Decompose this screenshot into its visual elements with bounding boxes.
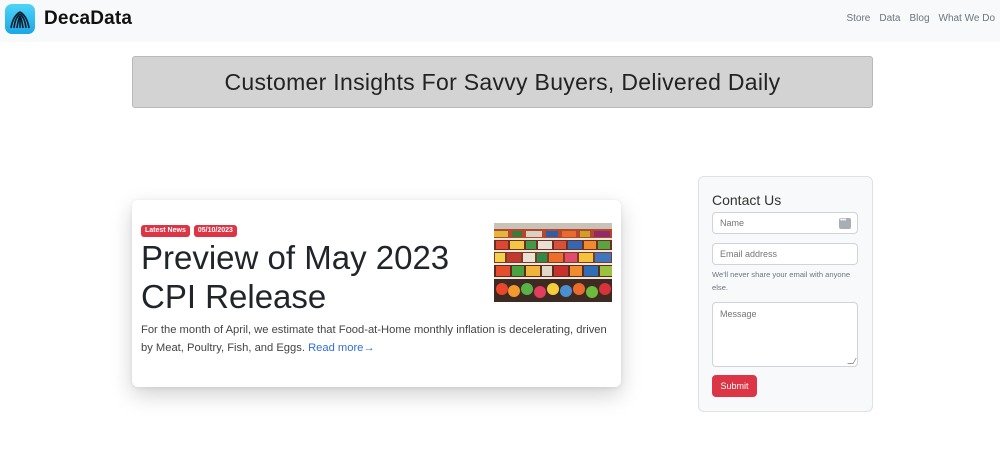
decadata-logo-icon: [5, 4, 35, 34]
contact-form: Contact Us We'll never share your email …: [698, 176, 873, 412]
hero-banner: Customer Insights For Savvy Buyers, Deli…: [132, 56, 873, 108]
latest-news-badge: Latest News: [141, 225, 190, 237]
read-more-link[interactable]: Read more→: [308, 342, 375, 354]
message-input[interactable]: [713, 303, 857, 366]
nav-link-store[interactable]: Store: [846, 13, 870, 24]
brand-link[interactable]: DecaData: [5, 4, 132, 34]
email-help-text: We'll never share your email with anyone…: [712, 270, 851, 292]
nav-links: Store Data Blog What We Do: [846, 13, 995, 24]
nav-link-blog[interactable]: Blog: [909, 13, 929, 24]
article-summary: For the month of April, we estimate that…: [141, 321, 616, 357]
banner-text: Customer Insights For Savvy Buyers, Deli…: [224, 68, 781, 95]
date-badge: 05/10/2023: [193, 225, 237, 237]
grocery-aisle-image[interactable]: [494, 223, 612, 302]
navbar: DecaData Store Data Blog What We Do: [0, 0, 1000, 42]
message-field[interactable]: [712, 302, 858, 367]
brand-name: DecaData: [44, 8, 133, 29]
article-card: Latest News 05/10/2023 Preview of May 20…: [132, 200, 621, 387]
name-input[interactable]: [713, 213, 833, 233]
nav-link-what-we-do[interactable]: What We Do: [939, 13, 996, 24]
article-badges: Latest News 05/10/2023: [141, 225, 237, 237]
name-field[interactable]: [712, 212, 858, 234]
submit-button[interactable]: Submit: [712, 375, 757, 397]
contact-title: Contact Us: [712, 192, 782, 208]
autofill-icon[interactable]: [839, 217, 851, 229]
article-title[interactable]: Preview of May 2023 CPI Release: [141, 238, 491, 316]
nav-link-data[interactable]: Data: [879, 13, 900, 24]
email-input[interactable]: [712, 243, 858, 265]
